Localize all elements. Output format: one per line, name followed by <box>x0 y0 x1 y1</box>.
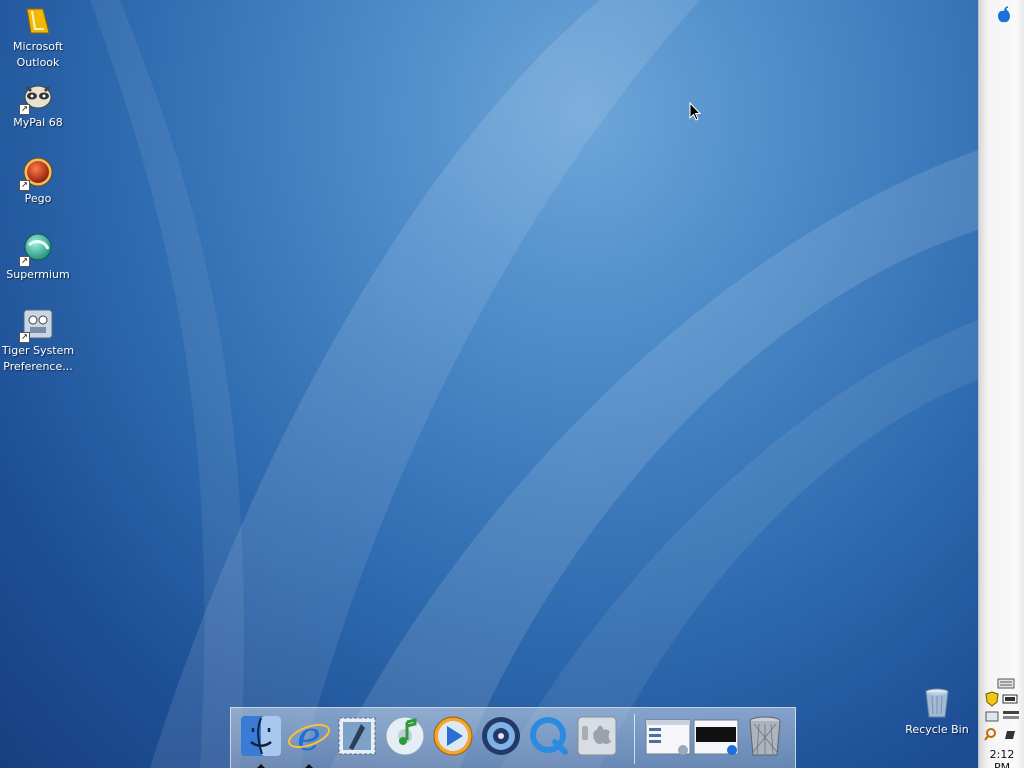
tool-icon[interactable] <box>1005 731 1015 739</box>
icon-label: Tiger System <box>1 344 75 357</box>
shortcut-arrow-icon: ↗ <box>19 332 30 343</box>
dock-item-dvd-player[interactable] <box>479 714 523 758</box>
dvd-player-icon <box>482 717 520 755</box>
clock[interactable]: 2:12 PM <box>980 748 1024 768</box>
quicktime-icon <box>530 717 568 755</box>
battery-icon[interactable] <box>1002 694 1018 704</box>
internet-explorer-icon: e <box>288 714 330 760</box>
media-player-icon <box>433 716 473 756</box>
mail-icon <box>338 717 376 755</box>
icon-label: Recycle Bin <box>905 723 969 736</box>
dock-item-media-player[interactable] <box>431 714 475 758</box>
finder-icon <box>241 716 281 756</box>
dock-item-mail[interactable] <box>335 714 379 758</box>
network-icon[interactable] <box>985 711 999 722</box>
dock: e <box>230 707 796 768</box>
raccoon-icon: ↗ <box>19 79 55 115</box>
dock-item-itunes[interactable] <box>383 714 427 758</box>
desktop-icon-pego[interactable]: ↗ Pego <box>0 155 76 207</box>
security-shield-icon[interactable] <box>985 691 999 707</box>
running-indicator <box>257 764 265 768</box>
outlook-icon <box>21 3 55 37</box>
supermium-icon: ↗ <box>19 231 55 267</box>
dock-item-window-thumbnail-2[interactable] <box>693 714 739 758</box>
dock-item-internet-explorer[interactable]: e <box>287 714 331 768</box>
recycle-bin-icon <box>920 686 954 720</box>
system-preferences-icon <box>577 716 617 756</box>
window-thumbnail-icon <box>645 719 691 755</box>
desktop-icon-recycle-bin[interactable]: Recycle Bin <box>899 686 975 738</box>
desktop-icon-tiger-prefs[interactable]: ↗ Tiger System Preference... <box>0 307 76 375</box>
shortcut-arrow-icon: ↗ <box>19 180 30 191</box>
icon-label: Microsoft <box>12 40 64 53</box>
icon-label: Outlook <box>16 56 60 69</box>
window-thumbnail-icon <box>693 719 739 755</box>
apple-menu-icon[interactable] <box>995 6 1013 24</box>
keyboard-icon[interactable] <box>997 678 1015 689</box>
dock-item-window-thumbnail-1[interactable] <box>645 714 691 758</box>
system-preferences-icon: ↗ <box>19 307 55 343</box>
itunes-icon <box>385 716 425 756</box>
dock-item-quicktime[interactable] <box>527 714 571 758</box>
right-sidebar: 2:12 PM <box>978 0 1024 768</box>
icon-label: MyPal 68 <box>13 116 63 129</box>
running-indicator <box>305 764 313 768</box>
volume-icon[interactable] <box>1003 711 1019 719</box>
icon-label: Supermium <box>6 268 70 281</box>
shortcut-arrow-icon: ↗ <box>19 104 30 115</box>
system-tray <box>983 676 1021 750</box>
wallpaper-waves <box>90 0 978 768</box>
desktop-icon-outlook[interactable]: Microsoft Outlook <box>0 3 76 71</box>
dock-item-finder[interactable] <box>239 714 283 768</box>
pego-icon: ↗ <box>19 155 55 191</box>
dock-item-system-preferences[interactable] <box>575 714 619 758</box>
icon-label: Preference... <box>3 360 73 373</box>
icon-label: Pego <box>24 192 52 205</box>
svg-text:e: e <box>297 714 321 758</box>
trash-icon <box>749 716 781 756</box>
desktop: Microsoft Outlook ↗ MyPal 68 ↗ Pego ↗ Su… <box>0 0 978 768</box>
desktop-icon-supermium[interactable]: ↗ Supermium <box>0 231 76 283</box>
desktop-icon-mypal[interactable]: ↗ MyPal 68 <box>0 79 76 131</box>
mouse-cursor-icon <box>689 102 702 121</box>
search-icon[interactable] <box>984 728 996 741</box>
dock-separator <box>634 714 635 764</box>
dock-item-trash[interactable] <box>743 714 787 758</box>
shortcut-arrow-icon: ↗ <box>19 256 30 267</box>
